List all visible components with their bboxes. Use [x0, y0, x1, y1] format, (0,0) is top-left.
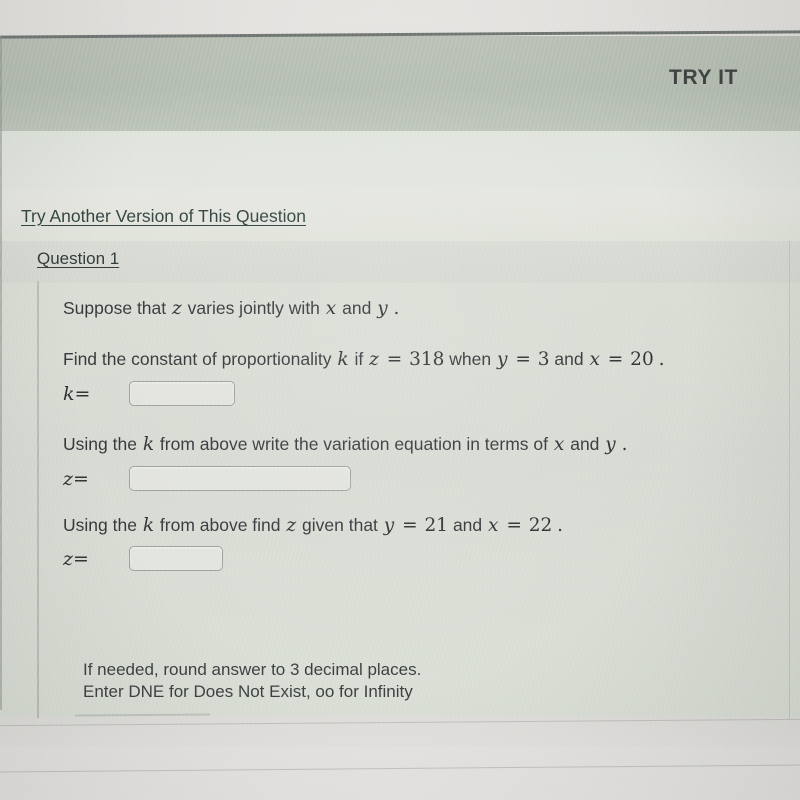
part1-answer-row: k= [63, 381, 235, 406]
statement-prefix: Suppose that [63, 298, 167, 318]
photographed-screen: TRY IT Try Another Version of This Quest… [0, 0, 800, 800]
part1-answer-input[interactable] [129, 381, 235, 406]
part3-equals-1: = [402, 515, 418, 536]
part1-text-d: and [554, 349, 584, 369]
part2-conjunction: and [570, 434, 600, 454]
part1-value-x: 20 [630, 349, 654, 370]
part2-answer-row: z= [63, 466, 351, 491]
statement-middle: varies jointly with [187, 298, 320, 318]
part3-equals-2: = [506, 515, 522, 536]
part1-var-k: k [337, 349, 349, 370]
part1-text-c: when [449, 349, 492, 369]
part2-var-x: x [553, 434, 565, 455]
question-header: Question 1 [20, 248, 790, 278]
part3-value-y: 21 [424, 515, 449, 536]
part2-text-a: Using the [63, 434, 137, 454]
part3-answer-equals: = [73, 547, 89, 570]
answer-format-note-line2: Enter DNE for Does Not Exist, oo for Inf… [83, 682, 413, 701]
part2-period: . [621, 434, 628, 455]
page-title: TRY IT [669, 66, 738, 89]
part1-text-a: Find the constant of proportionality [63, 349, 332, 369]
part1-equals-3: = [607, 349, 624, 370]
part2-answer-input[interactable] [129, 466, 351, 491]
part3-text-a: Using the [63, 515, 137, 535]
part3-var-k: k [142, 515, 155, 536]
part3-text-b: from above find [159, 515, 281, 535]
part3-text-c: given that [302, 515, 378, 535]
part2-answer-var: z [63, 467, 74, 490]
statement-period: . [393, 298, 400, 319]
part3-var-z: z [286, 515, 297, 536]
statement-var-z: z [172, 298, 182, 319]
part1-answer-var: k [63, 382, 75, 405]
part1-value-y: 3 [537, 349, 550, 370]
part1-var-x: x [589, 349, 600, 370]
part3-answer-var: z [63, 547, 74, 570]
part3-answer-row: z= [63, 546, 223, 571]
part3-text-d: and [452, 515, 483, 535]
part1-value-z: 318 [409, 349, 445, 370]
part3-period: . [557, 515, 564, 536]
part1-var-z: z [369, 349, 379, 370]
part1-prompt: Find the constant of proportionality k i… [63, 348, 664, 372]
part1-equals-2: = [515, 349, 531, 370]
page-content: TRY IT Try Another Version of This Quest… [0, 0, 800, 800]
part1-equals-1: = [386, 349, 403, 370]
part2-prompt: Using the k from above write the variati… [63, 433, 628, 457]
part3-prompt: Using the k from above find z given that… [63, 514, 563, 538]
part3-answer-label: z= [63, 548, 129, 570]
part2-var-k: k [142, 434, 155, 455]
question-body: Suppose that z varies jointly with x and… [37, 281, 789, 718]
part3-value-x: 22 [528, 515, 553, 536]
statement-conjunction: and [342, 298, 372, 318]
part1-period: . [658, 349, 665, 370]
part1-text-b: if [354, 349, 364, 369]
part1-answer-label: k= [63, 383, 129, 405]
part2-var-y: y [605, 434, 616, 455]
statement-var-y: y [377, 298, 388, 319]
part1-var-y: y [497, 349, 508, 370]
question-statement: Suppose that z varies jointly with x and… [63, 297, 399, 321]
question-panel: Question 1 Suppose that z varies jointly… [20, 248, 790, 718]
part3-var-y: y [383, 515, 395, 536]
statement-var-x: x [325, 298, 337, 319]
part1-answer-equals: = [74, 382, 91, 405]
part2-answer-label: z= [63, 468, 129, 490]
part3-answer-input[interactable] [129, 546, 223, 571]
question-number-link[interactable]: Question 1 [37, 249, 119, 269]
part2-text-b: from above write the variation equation … [159, 434, 549, 454]
part2-answer-equals: = [73, 467, 89, 490]
answer-format-note-line1: If needed, round answer to 3 decimal pla… [83, 660, 422, 679]
try-another-version-link[interactable]: Try Another Version of This Question [21, 206, 306, 227]
part3-var-x: x [488, 515, 499, 536]
